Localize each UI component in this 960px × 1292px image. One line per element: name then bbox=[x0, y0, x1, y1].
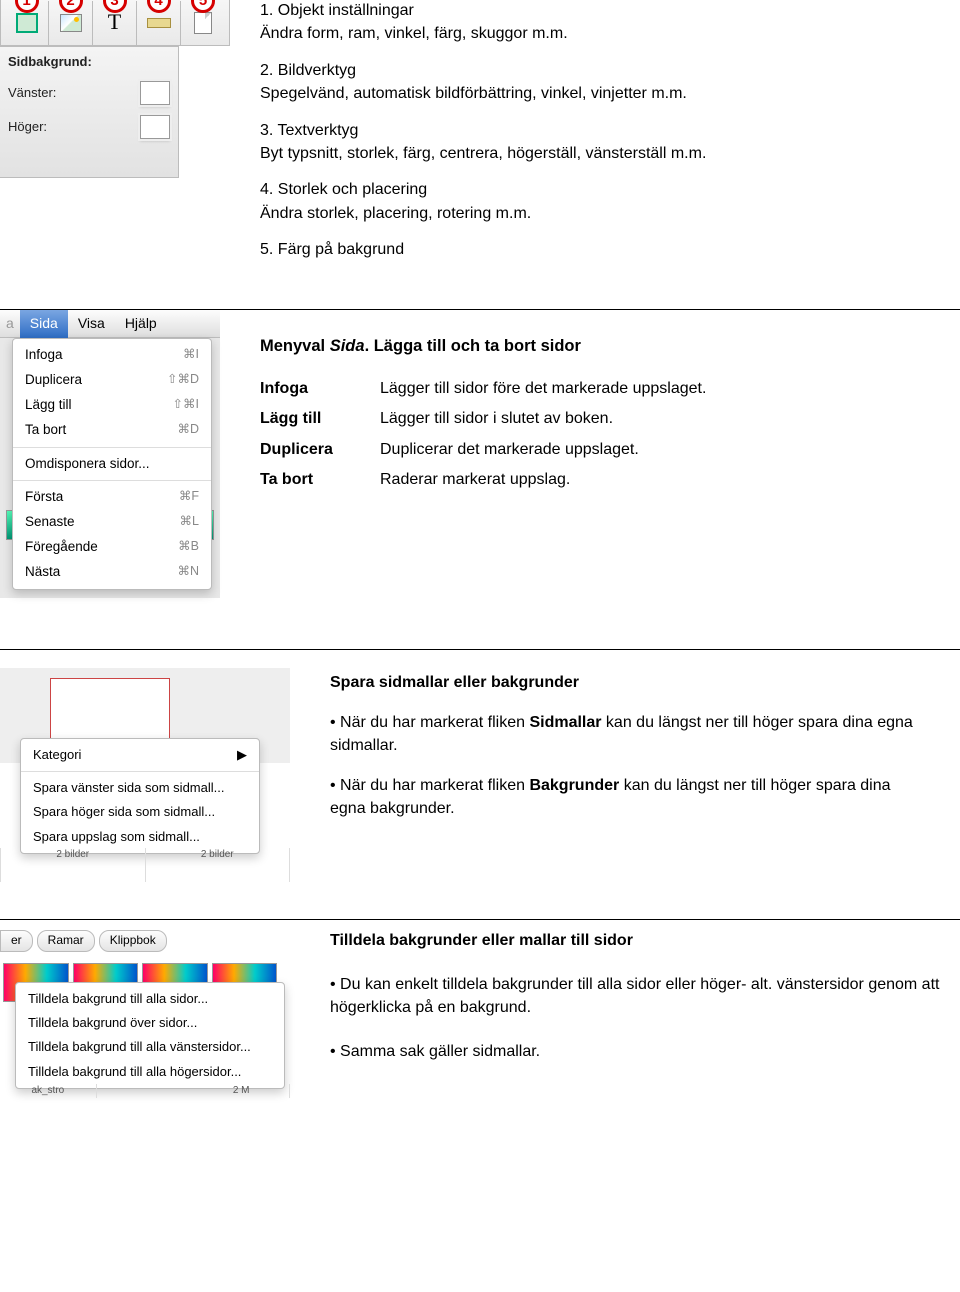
tool-background[interactable]: 5 bbox=[181, 1, 225, 45]
swatch-left[interactable] bbox=[140, 81, 170, 105]
tab-er[interactable]: er bbox=[0, 930, 33, 952]
item-4-desc: Ändra storlek, placering, rotering m.m. bbox=[260, 203, 930, 225]
section3-p1: • När du har markerat fliken Sidmallar k… bbox=[330, 712, 930, 757]
dropdown-item-duplicera[interactable]: Duplicera ⇧⌘D bbox=[13, 368, 211, 393]
item-1-desc: Ändra form, ram, vinkel, färg, skuggor m… bbox=[260, 23, 930, 45]
side-panel-title: Sidbakgrund: bbox=[8, 53, 92, 71]
bottom-label: 2 M bbox=[193, 1084, 290, 1098]
swatch-right[interactable] bbox=[140, 115, 170, 139]
badge-1: 1 bbox=[15, 0, 39, 13]
tab-klippbok[interactable]: Klippbok bbox=[99, 930, 167, 952]
thumb-label: 2 bilder bbox=[146, 848, 291, 882]
def-k-infoga: Infoga bbox=[260, 374, 380, 404]
dropdown-item-lagg-till[interactable]: Lägg till ⇧⌘I bbox=[13, 393, 211, 418]
section4-p2: • Samma sak gäller sidmallar. bbox=[330, 1041, 940, 1063]
rect-icon bbox=[16, 13, 38, 33]
section4-heading: Tilldela bakgrunder eller mallar till si… bbox=[330, 930, 940, 952]
def-v-lagg-till: Lägger till sidor i slutet av boken. bbox=[380, 404, 706, 434]
tool-image[interactable]: 2 bbox=[49, 1, 93, 45]
badge-2: 2 bbox=[59, 0, 83, 13]
item-2-desc: Spegelvänd, automatisk bildförbättring, … bbox=[260, 83, 930, 105]
section-menu-sida: a Sida Visa Hjälp Infoga ⌘I Duplicera ⇧⌘… bbox=[0, 310, 960, 650]
ruler-icon bbox=[147, 18, 171, 28]
tool-text[interactable]: 3 T bbox=[93, 1, 137, 45]
ctx-spara-uppslag[interactable]: Spara uppslag som sidmall... bbox=[21, 825, 259, 849]
dropdown-sida: Infoga ⌘I Duplicera ⇧⌘D Lägg till ⇧⌘I Ta… bbox=[12, 338, 212, 590]
section4-text: Tilldela bakgrunder eller mallar till si… bbox=[330, 930, 940, 1086]
tab-ramar[interactable]: Ramar bbox=[37, 930, 95, 952]
dropdown-item-ta-bort[interactable]: Ta bort ⌘D bbox=[13, 418, 211, 443]
section-tilldela-bakgrunder: er Ramar Klippbok Tilldela bakgrund till… bbox=[0, 920, 960, 1230]
menu-sida[interactable]: Sida bbox=[20, 310, 68, 338]
ctx-tilldela-alla[interactable]: Tilldela bakgrund till alla sidor... bbox=[16, 987, 284, 1011]
context-menu-screenshot: Kategori ▶ Spara vänster sida som sidmal… bbox=[0, 668, 290, 863]
dropdown-separator bbox=[13, 480, 211, 481]
thumb-label: 2 bilder bbox=[0, 848, 146, 882]
section2-text: Menyval Sida. Lägga till och ta bort sid… bbox=[260, 335, 930, 496]
tool-object-settings[interactable]: 1 bbox=[5, 1, 49, 45]
side-panel-left-label: Vänster: bbox=[8, 84, 56, 102]
dropdown-item-senaste[interactable]: Senaste ⌘L bbox=[13, 510, 211, 535]
item-5: 5. Färg på bakgrund bbox=[260, 239, 930, 261]
page-icon bbox=[194, 12, 212, 34]
tabbar: er Ramar Klippbok bbox=[0, 930, 210, 952]
ctx-tilldela-over[interactable]: Tilldela bakgrund över sidor... bbox=[16, 1011, 284, 1035]
ctx-tilldela-vanster[interactable]: Tilldela bakgrund till alla vänstersidor… bbox=[16, 1035, 284, 1059]
item-2: 2. Bildverktyg Spegelvänd, automatisk bi… bbox=[260, 60, 930, 106]
badge-3: 3 bbox=[103, 0, 127, 13]
ctx-kategori[interactable]: Kategori ▶ bbox=[21, 743, 259, 767]
dropdown-item-nasta[interactable]: Nästa ⌘N bbox=[13, 560, 211, 585]
section1-text: 1. Objekt inställningar Ändra form, ram,… bbox=[260, 0, 930, 276]
section4-p1: • Du kan enkelt tilldela bakgrunder till… bbox=[330, 974, 940, 1019]
bottom-label: ak_stro bbox=[0, 1084, 97, 1098]
menu-visa[interactable]: Visa bbox=[68, 310, 115, 338]
context-menu-spara: Kategori ▶ Spara vänster sida som sidmal… bbox=[20, 738, 260, 854]
menubar: a Sida Visa Hjälp bbox=[0, 310, 220, 338]
def-k-lagg-till: Lägg till bbox=[260, 404, 380, 434]
dropdown-item-forsta[interactable]: Första ⌘F bbox=[13, 485, 211, 510]
image-icon bbox=[60, 14, 82, 32]
ctx-spara-hoger[interactable]: Spara höger sida som sidmall... bbox=[21, 800, 259, 824]
def-v-infoga: Lägger till sidor före det markerade upp… bbox=[380, 374, 706, 404]
item-1-title: 1. Objekt inställningar bbox=[260, 0, 930, 22]
menubar-a: a bbox=[0, 310, 20, 338]
badge-4: 4 bbox=[147, 0, 171, 13]
section-toolbar-descriptions: 1 2 3 T 4 5 Sidbakgrund: bbox=[0, 0, 960, 310]
section3-text: Spara sidmallar eller bakgrunder • När d… bbox=[330, 672, 930, 838]
def-k-ta-bort: Ta bort bbox=[260, 465, 380, 495]
item-2-title: 2. Bildverktyg bbox=[260, 60, 930, 82]
chevron-right-icon: ▶ bbox=[237, 746, 247, 764]
item-5-title: 5. Färg på bakgrund bbox=[260, 239, 930, 261]
dropdown-item-foregaende[interactable]: Föregående ⌘B bbox=[13, 535, 211, 560]
dropdown-separator bbox=[13, 447, 211, 448]
section3-p2: • När du har markerat fliken Bakgrunder … bbox=[330, 775, 930, 820]
menu-hjalp[interactable]: Hjälp bbox=[115, 310, 167, 338]
context-menu-tilldela: Tilldela bakgrund till alla sidor... Til… bbox=[15, 982, 285, 1089]
section2-heading: Menyval Sida. Lägga till och ta bort sid… bbox=[260, 335, 930, 358]
tool-size[interactable]: 4 bbox=[137, 1, 181, 45]
section-spara-sidmallar: Kategori ▶ Spara vänster sida som sidmal… bbox=[0, 650, 960, 920]
ctx-separator bbox=[21, 771, 259, 772]
def-k-duplicera: Duplicera bbox=[260, 435, 380, 465]
dropdown-item-infoga[interactable]: Infoga ⌘I bbox=[13, 343, 211, 368]
item-3-title: 3. Textverktyg bbox=[260, 120, 930, 142]
section3-heading: Spara sidmallar eller bakgrunder bbox=[330, 672, 930, 694]
def-v-duplicera: Duplicerar det markerade uppslaget. bbox=[380, 435, 706, 465]
toolbar: 1 2 3 T 4 5 bbox=[0, 0, 230, 46]
item-4: 4. Storlek och placering Ändra storlek, … bbox=[260, 179, 930, 225]
side-panel-right-label: Höger: bbox=[8, 118, 47, 136]
toolbar-screenshot: 1 2 3 T 4 5 Sidbakgrund: bbox=[0, 0, 230, 46]
def-v-ta-bort: Raderar markerat uppslag. bbox=[380, 465, 706, 495]
item-3: 3. Textverktyg Byt typsnitt, storlek, fä… bbox=[260, 120, 930, 166]
item-4-title: 4. Storlek och placering bbox=[260, 179, 930, 201]
item-3-desc: Byt typsnitt, storlek, färg, centrera, h… bbox=[260, 143, 930, 165]
thumb-row: 2 bilder 2 bilder bbox=[0, 848, 290, 882]
item-1: 1. Objekt inställningar Ändra form, ram,… bbox=[260, 0, 930, 46]
ctx-spara-vanster[interactable]: Spara vänster sida som sidmall... bbox=[21, 776, 259, 800]
dropdown-item-omdisponera[interactable]: Omdisponera sidor... bbox=[13, 452, 211, 477]
bottom-row: ak_stro 2 M bbox=[0, 1075, 290, 1107]
side-panel-sidbakgrund: Sidbakgrund: Vänster: Höger: bbox=[0, 46, 179, 178]
definitions-table: InfogaLägger till sidor före det markera… bbox=[260, 374, 706, 496]
